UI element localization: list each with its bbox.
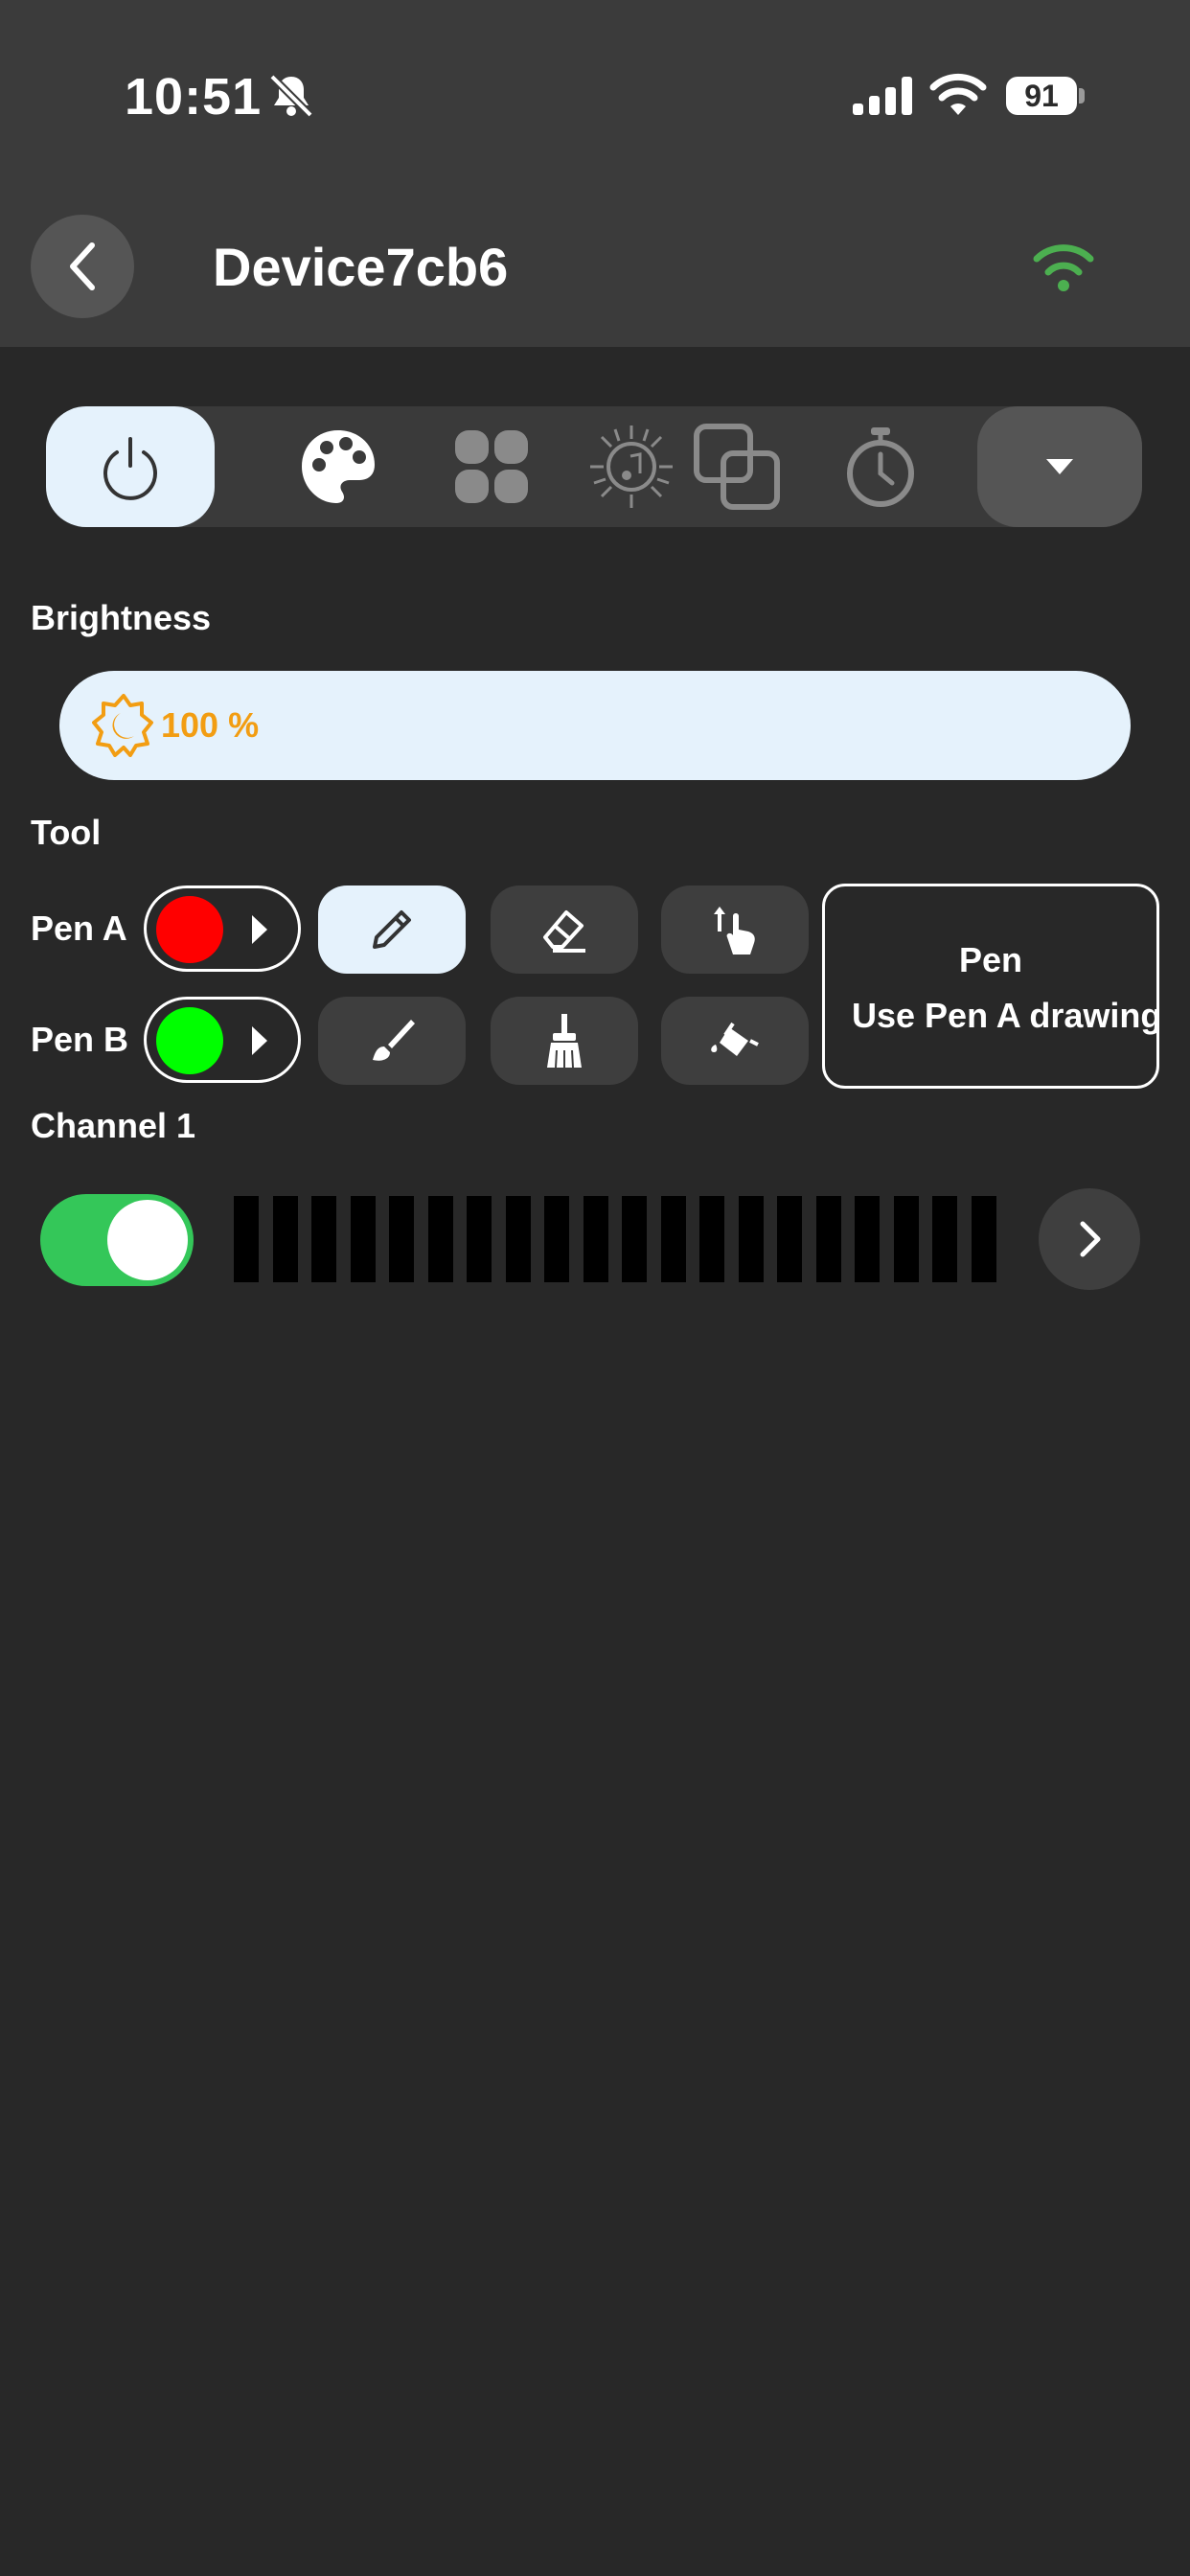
pencil-icon [373,910,411,949]
pen-a-swatch [156,896,223,963]
channel-strip [234,1196,996,1282]
channel-segment [544,1196,569,1282]
tool-brush-button[interactable] [318,997,466,1085]
tool-touch-button[interactable] [661,886,809,974]
channel-segment [893,1196,919,1282]
page-title: Device7cb6 [213,237,509,297]
channel-toggle[interactable] [40,1194,194,1286]
channel-segment [815,1196,841,1282]
channel-segment [660,1196,686,1282]
channel-segment [272,1196,298,1282]
tab-palette[interactable] [266,406,410,527]
brush-icon [373,1020,415,1061]
tool-info-text: Use Pen A drawing [852,996,1159,1035]
wifi-icon [929,73,987,115]
cellular-signal-icon [853,77,912,115]
tool-info-box: Pen Use Pen A drawing [822,884,1159,1089]
music-sun-icon [590,426,673,508]
pen-b-color-picker[interactable] [144,997,301,1083]
pen-a-label: Pen A [31,908,127,948]
caret-down-icon [1046,459,1073,474]
tool-label: Tool [31,813,102,852]
channel-segment [738,1196,764,1282]
channel-segment [932,1196,957,1282]
tool-fill-button[interactable] [661,997,809,1085]
wifi-connection-icon [1033,244,1094,291]
channel-segment [389,1196,414,1282]
channel-segment [467,1196,492,1282]
tab-more[interactable] [977,406,1142,527]
tool-pencil-button[interactable] [318,886,466,974]
channel-segment [583,1196,608,1282]
chevron-left-icon [70,242,95,290]
pen-b-label: Pen B [31,1020,129,1059]
grid-icon [455,430,528,503]
brightness-slider[interactable]: 100 % [59,671,1131,780]
back-button[interactable] [31,215,134,318]
channel-segment [311,1196,336,1282]
tool-info-title: Pen [958,940,1023,979]
broom-icon [547,1014,582,1069]
caret-right-icon [252,915,267,944]
tab-overlay[interactable] [665,406,809,527]
pen-a-color-picker[interactable] [144,886,301,972]
pen-b-swatch [156,1007,223,1074]
toggle-knob [107,1200,188,1280]
channel-segment [427,1196,453,1282]
channel-segment [622,1196,647,1282]
chevron-right-icon [1080,1221,1101,1257]
battery-indicator: 91 [1006,77,1077,115]
channel-segment [777,1196,802,1282]
channel-segment [350,1196,376,1282]
power-icon [103,437,157,500]
brightness-icon [92,694,153,757]
tab-scenes[interactable] [420,406,563,527]
stopwatch-icon [847,427,914,507]
header-bar: 10:51 91 Device7cb6 [0,0,1190,347]
status-time: 10:51 [125,68,263,126]
channel-segment [971,1196,996,1282]
mode-tab-bar [46,406,1142,527]
caret-right-icon [252,1026,267,1055]
channel-label: Channel 1 [31,1106,196,1145]
channel-segment [855,1196,880,1282]
touch-move-icon [714,907,755,954]
tab-power[interactable] [46,406,215,527]
battery-cap [1079,88,1085,104]
channel-segment [699,1196,724,1282]
palette-icon [302,430,375,503]
brightness-value: 100 % [161,705,260,745]
channel-segment [505,1196,531,1282]
brightness-label: Brightness [31,598,212,637]
eraser-icon [543,910,585,953]
tool-eraser-button[interactable] [491,886,638,974]
channel-next-button[interactable] [1039,1188,1140,1290]
channel-segment [234,1196,259,1282]
tool-broom-button[interactable] [491,997,638,1085]
paint-bucket-icon [711,1022,759,1056]
overlay-squares-icon [694,424,780,510]
tab-timer[interactable] [809,406,952,527]
bell-slash-icon [269,74,313,118]
